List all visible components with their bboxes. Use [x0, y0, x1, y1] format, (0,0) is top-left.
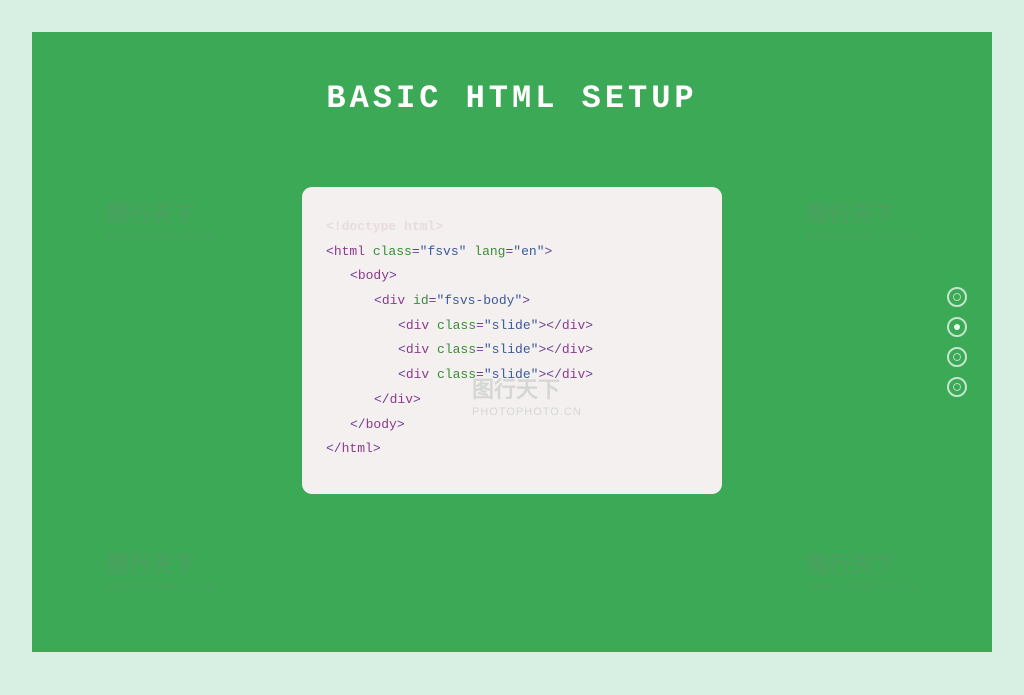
code-line-body-open: <body> — [326, 264, 698, 289]
code-line-slide-3: <div class="slide"></div> — [326, 363, 698, 388]
code-line-html-open: <html class="fsvs" lang="en"> — [326, 240, 698, 265]
page-title: BASIC HTML SETUP — [326, 80, 697, 117]
watermark: 图行天下 PHOTOPHOTO.CN — [107, 547, 217, 593]
code-line-slide-2: <div class="slide"></div> — [326, 338, 698, 363]
code-line-body-close: </body> — [326, 413, 698, 438]
code-snippet-box: <!doctype html> <html class="fsvs" lang=… — [302, 187, 722, 494]
code-line-html-close: </html> — [326, 437, 698, 462]
code-line-div-close: </div> — [326, 388, 698, 413]
slide-container: BASIC HTML SETUP <!doctype html> <html c… — [32, 32, 992, 652]
code-line-slide-1: <div class="slide"></div> — [326, 314, 698, 339]
slide-navigation — [947, 287, 967, 397]
nav-dot-2[interactable] — [947, 317, 967, 337]
nav-dot-4[interactable] — [947, 377, 967, 397]
watermark: 图行天下 PHOTOPHOTO.CN — [807, 547, 917, 593]
nav-dot-1[interactable] — [947, 287, 967, 307]
watermark: 图行天下 PHOTOPHOTO.CN — [807, 197, 917, 243]
watermark: 图行天下 PHOTOPHOTO.CN — [107, 197, 217, 243]
code-line-div-open: <div id="fsvs-body"> — [326, 289, 698, 314]
code-line-doctype: <!doctype html> — [326, 215, 698, 240]
nav-dot-3[interactable] — [947, 347, 967, 367]
